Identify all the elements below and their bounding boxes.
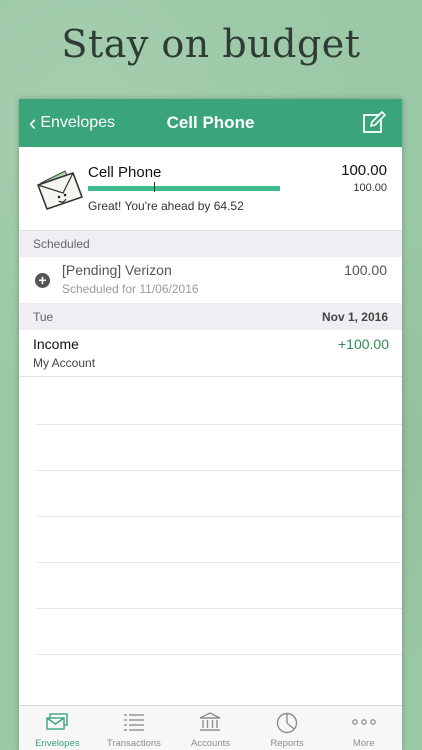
tab-envelopes[interactable]: Envelopes — [19, 706, 96, 750]
tab-label: Transactions — [106, 738, 161, 749]
headline: Stay on budget — [61, 22, 361, 66]
tab-transactions[interactable]: Transactions — [96, 706, 173, 750]
add-circle-icon[interactable]: + — [35, 273, 50, 288]
reports-icon — [276, 712, 298, 734]
transaction-account: My Account — [33, 356, 96, 370]
tab-label: More — [352, 738, 375, 749]
envelope-icon — [37, 170, 83, 210]
bank-icon — [200, 712, 221, 731]
envelope-balance: 100.00 — [341, 162, 387, 179]
app-screen: ‹ Envelopes Cell Phone Cell Phone Great!… — [19, 99, 402, 750]
scheduled-item-date: Scheduled for 11/06/2016 — [62, 282, 199, 296]
tab-label: Accounts — [190, 738, 231, 749]
scheduled-item-name: [Pending] Verizon — [62, 262, 172, 278]
divider — [37, 424, 402, 425]
section-day: Tue — [33, 310, 54, 324]
chevron-left-icon: ‹ — [29, 110, 37, 135]
envelopes-icon — [46, 713, 68, 730]
section-title: Scheduled — [33, 237, 90, 251]
budget-status-text: Great! You're ahead by 64.52 — [88, 199, 244, 213]
envelope-summary[interactable]: Cell Phone Great! You're ahead by 64.52 … — [19, 147, 402, 231]
navigation-bar: ‹ Envelopes Cell Phone — [19, 99, 402, 147]
envelope-name: Cell Phone — [88, 164, 162, 181]
scheduled-item[interactable]: + [Pending] Verizon Scheduled for 11/06/… — [19, 257, 402, 304]
tab-more[interactable]: More — [325, 706, 402, 750]
tab-accounts[interactable]: Accounts — [172, 706, 249, 750]
envelope-budget: 100.00 — [353, 182, 387, 194]
back-button-label: Envelopes — [40, 114, 116, 131]
transaction-name: Income — [33, 336, 79, 352]
progress-marker — [154, 182, 155, 192]
tab-reports[interactable]: Reports — [249, 706, 326, 750]
scheduled-item-amount: 100.00 — [344, 262, 387, 278]
section-date: Nov 1, 2016 — [321, 310, 388, 324]
budget-progress-fill — [88, 186, 280, 191]
divider — [37, 516, 402, 517]
divider — [37, 608, 402, 609]
transactions-icon — [123, 714, 144, 731]
section-header-scheduled: Scheduled — [19, 231, 402, 257]
tab-label: Envelopes — [35, 738, 80, 749]
budget-progress-bar — [88, 186, 280, 191]
back-button[interactable]: ‹ Envelopes — [29, 99, 115, 147]
divider — [37, 562, 402, 563]
tab-bar: Envelopes Transactions Accounts Reports … — [19, 705, 402, 750]
more-icon — [351, 719, 376, 725]
transaction-row[interactable]: Income My Account +100.00 — [19, 330, 402, 377]
section-header-date: Tue Nov 1, 2016 — [19, 304, 402, 330]
transaction-amount: +100.00 — [338, 336, 389, 352]
divider — [37, 470, 402, 471]
divider — [37, 654, 402, 655]
tab-label: Reports — [270, 738, 304, 749]
edit-icon[interactable] — [362, 111, 386, 135]
